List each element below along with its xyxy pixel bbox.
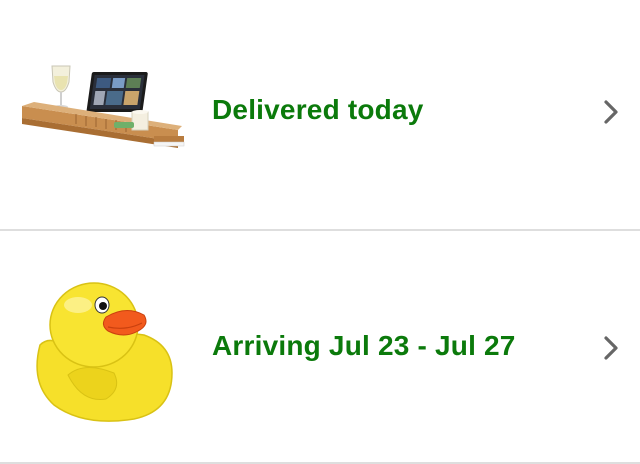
order-status: Arriving Jul 23 - Jul 27 xyxy=(212,330,516,361)
bathtub-tray-image xyxy=(14,58,186,168)
order-row-arriving[interactable]: Arriving Jul 23 - Jul 27 xyxy=(0,231,640,462)
rubber-duck-image xyxy=(26,265,176,425)
orders-list: Delivered today Arriving Jul 23 - Jul 27 xyxy=(0,0,640,464)
chevron-right-icon[interactable] xyxy=(600,334,622,362)
order-row-delivered[interactable]: Delivered today xyxy=(0,0,640,229)
order-status: Delivered today xyxy=(212,94,424,125)
chevron-right-icon[interactable] xyxy=(600,98,622,126)
